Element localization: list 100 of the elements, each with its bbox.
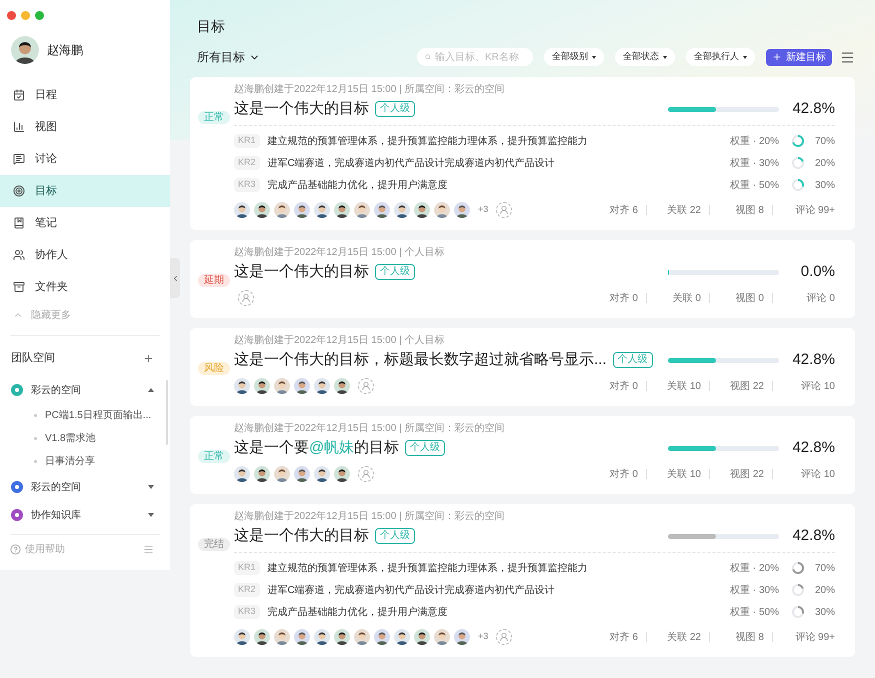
nav-icon: [13, 153, 25, 165]
stat-link[interactable]: 评论 10: [773, 378, 835, 394]
add-person-icon[interactable]: [496, 202, 512, 218]
stat-link[interactable]: 评论 0: [773, 290, 835, 306]
add-person-icon[interactable]: [238, 290, 254, 306]
level-tag: 个人级: [612, 352, 653, 368]
maximize-icon[interactable]: [35, 11, 44, 20]
filter-dropdown[interactable]: 全部执行人: [686, 48, 755, 66]
stat-link[interactable]: 视图 22: [710, 466, 772, 482]
filter-dropdown[interactable]: 全部级别: [544, 48, 604, 66]
stat-link[interactable]: 对齐 0: [584, 290, 646, 306]
goal-meta: 赵海鹏创建于2022年12月15日 15:00 | 个人目标: [234, 246, 446, 260]
add-icon[interactable]: [143, 352, 154, 364]
progress-percent: 42.8%: [791, 438, 835, 458]
expand-icon[interactable]: [148, 485, 154, 489]
menu-icon[interactable]: [840, 50, 855, 64]
space-item[interactable]: 协作知识库: [0, 501, 170, 529]
stat-link[interactable]: 评论 10: [773, 466, 835, 482]
stat-link[interactable]: 关联 10: [647, 466, 709, 482]
close-icon[interactable]: [7, 11, 16, 20]
kr-percent: 20%: [814, 156, 835, 170]
nav-item[interactable]: 目标: [0, 175, 170, 207]
add-person-icon[interactable]: [496, 629, 512, 645]
space-name: 彩云的空间: [31, 480, 82, 494]
nav-icon: [13, 89, 25, 101]
stat-link[interactable]: 关联 10: [647, 378, 709, 394]
stat-link[interactable]: 对齐 6: [584, 630, 646, 644]
kr-title: 完成产品基础能力优化，提升用户满意度: [268, 178, 449, 192]
space-item[interactable]: 彩云的空间: [0, 376, 170, 404]
progress-percent: 0.0%: [800, 262, 835, 282]
expand-icon[interactable]: [148, 388, 154, 392]
search-icon: [425, 52, 431, 62]
search-field[interactable]: 输入目标、KR名称: [417, 48, 533, 66]
kr-weight: 权重 · 30%: [730, 156, 779, 170]
nav-icon: [13, 217, 25, 229]
kr-weight: 权重 · 20%: [730, 134, 779, 148]
hide-more-link[interactable]: 隐藏更多: [31, 308, 71, 322]
kr-code: KR2: [234, 583, 260, 597]
add-person-icon[interactable]: [358, 378, 374, 394]
kr-weight: 权重 · 50%: [730, 606, 779, 620]
kr-title: 建立规范的预算管理体系，提升预算监控能力理体系，提升预算监控能力: [268, 134, 589, 148]
goal-meta: 赵海鹏创建于2022年12月15日 15:00 | 所属空间：彩云的空间: [234, 510, 506, 524]
filter-dropdown[interactable]: 全部状态: [615, 48, 675, 66]
space-item[interactable]: 彩云的空间: [0, 473, 170, 501]
plus-icon: [772, 52, 782, 62]
nav-item[interactable]: 视图: [0, 111, 170, 143]
stat-link[interactable]: 视图 22: [710, 378, 772, 394]
level-tag: 个人级: [405, 440, 446, 456]
goal-title: 这是一个要@帆妹的目标: [234, 438, 400, 458]
stat-link[interactable]: 对齐 0: [584, 466, 646, 482]
stat-link[interactable]: 关联 22: [647, 202, 709, 218]
kr-code: KR1: [234, 561, 260, 575]
kr-code: KR3: [234, 605, 260, 619]
stat-link[interactable]: 关联 0: [647, 290, 709, 306]
stat-link[interactable]: 视图 0: [710, 290, 772, 306]
goal-title: 这是一个伟大的目标: [234, 98, 369, 119]
status-tag: 延期: [198, 274, 230, 287]
progress-percent: 42.8%: [791, 98, 835, 119]
kr-title: 建立规范的预算管理体系，提升预算监控能力理体系，提升预算监控能力: [268, 562, 589, 576]
goal-filter-dropdown[interactable]: 所有目标: [197, 48, 260, 66]
kr-weight: 权重 · 20%: [730, 562, 779, 576]
space-page-item[interactable]: 日事清分享: [45, 454, 95, 469]
minimize-icon[interactable]: [21, 11, 30, 20]
help-icon: [10, 544, 21, 554]
stat-link[interactable]: 视图 8: [710, 202, 772, 218]
status-tag: 正常: [198, 111, 230, 124]
space-page-item[interactable]: V1.8需求池: [45, 431, 96, 446]
stat-link[interactable]: 关联 22: [647, 630, 709, 644]
bullet-icon: [34, 414, 37, 417]
kr-percent: 70%: [814, 134, 835, 148]
kr-weight: 权重 · 50%: [730, 178, 779, 192]
nav-item[interactable]: 协作人: [0, 239, 170, 271]
stat-link[interactable]: 评论 99+: [773, 202, 835, 218]
bullet-icon: [34, 437, 37, 440]
kr-code: KR2: [234, 156, 260, 170]
nav-item[interactable]: 日程: [0, 79, 170, 111]
new-goal-button[interactable]: 新建目标: [766, 48, 832, 66]
goal-title: 这是一个伟大的目标，标题最长数字超过就省略号显示...: [234, 350, 607, 370]
space-name: 协作知识库: [31, 508, 82, 522]
help-link[interactable]: 使用帮助: [25, 542, 65, 556]
nav-item[interactable]: 笔记: [0, 207, 170, 239]
space-page-item[interactable]: PC端1.5日程页面输出...: [45, 408, 152, 423]
stat-link[interactable]: 对齐 6: [584, 202, 646, 218]
expand-icon[interactable]: [148, 513, 154, 517]
goal-meta: 赵海鹏创建于2022年12月15日 15:00 | 所属空间：彩云的空间: [234, 422, 506, 436]
stat-link[interactable]: 视图 8: [710, 630, 772, 644]
nav-icon: [13, 185, 25, 197]
nav-item[interactable]: 讨论: [0, 143, 170, 175]
level-tag: 个人级: [375, 264, 415, 280]
kr-title: 完成产品基础能力优化，提升用户满意度: [268, 606, 449, 620]
kr-title: 进军C端赛道，完成赛道内初代产品设计完成赛道内初代产品设计: [268, 584, 556, 598]
nav-icon: [13, 121, 25, 133]
kr-percent: 30%: [814, 178, 835, 192]
nav-item[interactable]: 文件夹: [0, 271, 170, 303]
stat-link[interactable]: 评论 99+: [773, 630, 835, 644]
collapse-handle[interactable]: [170, 258, 180, 298]
stat-link[interactable]: 对齐 0: [584, 378, 646, 394]
add-person-icon[interactable]: [358, 466, 374, 482]
status-tag: 风险: [198, 362, 230, 375]
status-tag: 正常: [198, 450, 230, 463]
